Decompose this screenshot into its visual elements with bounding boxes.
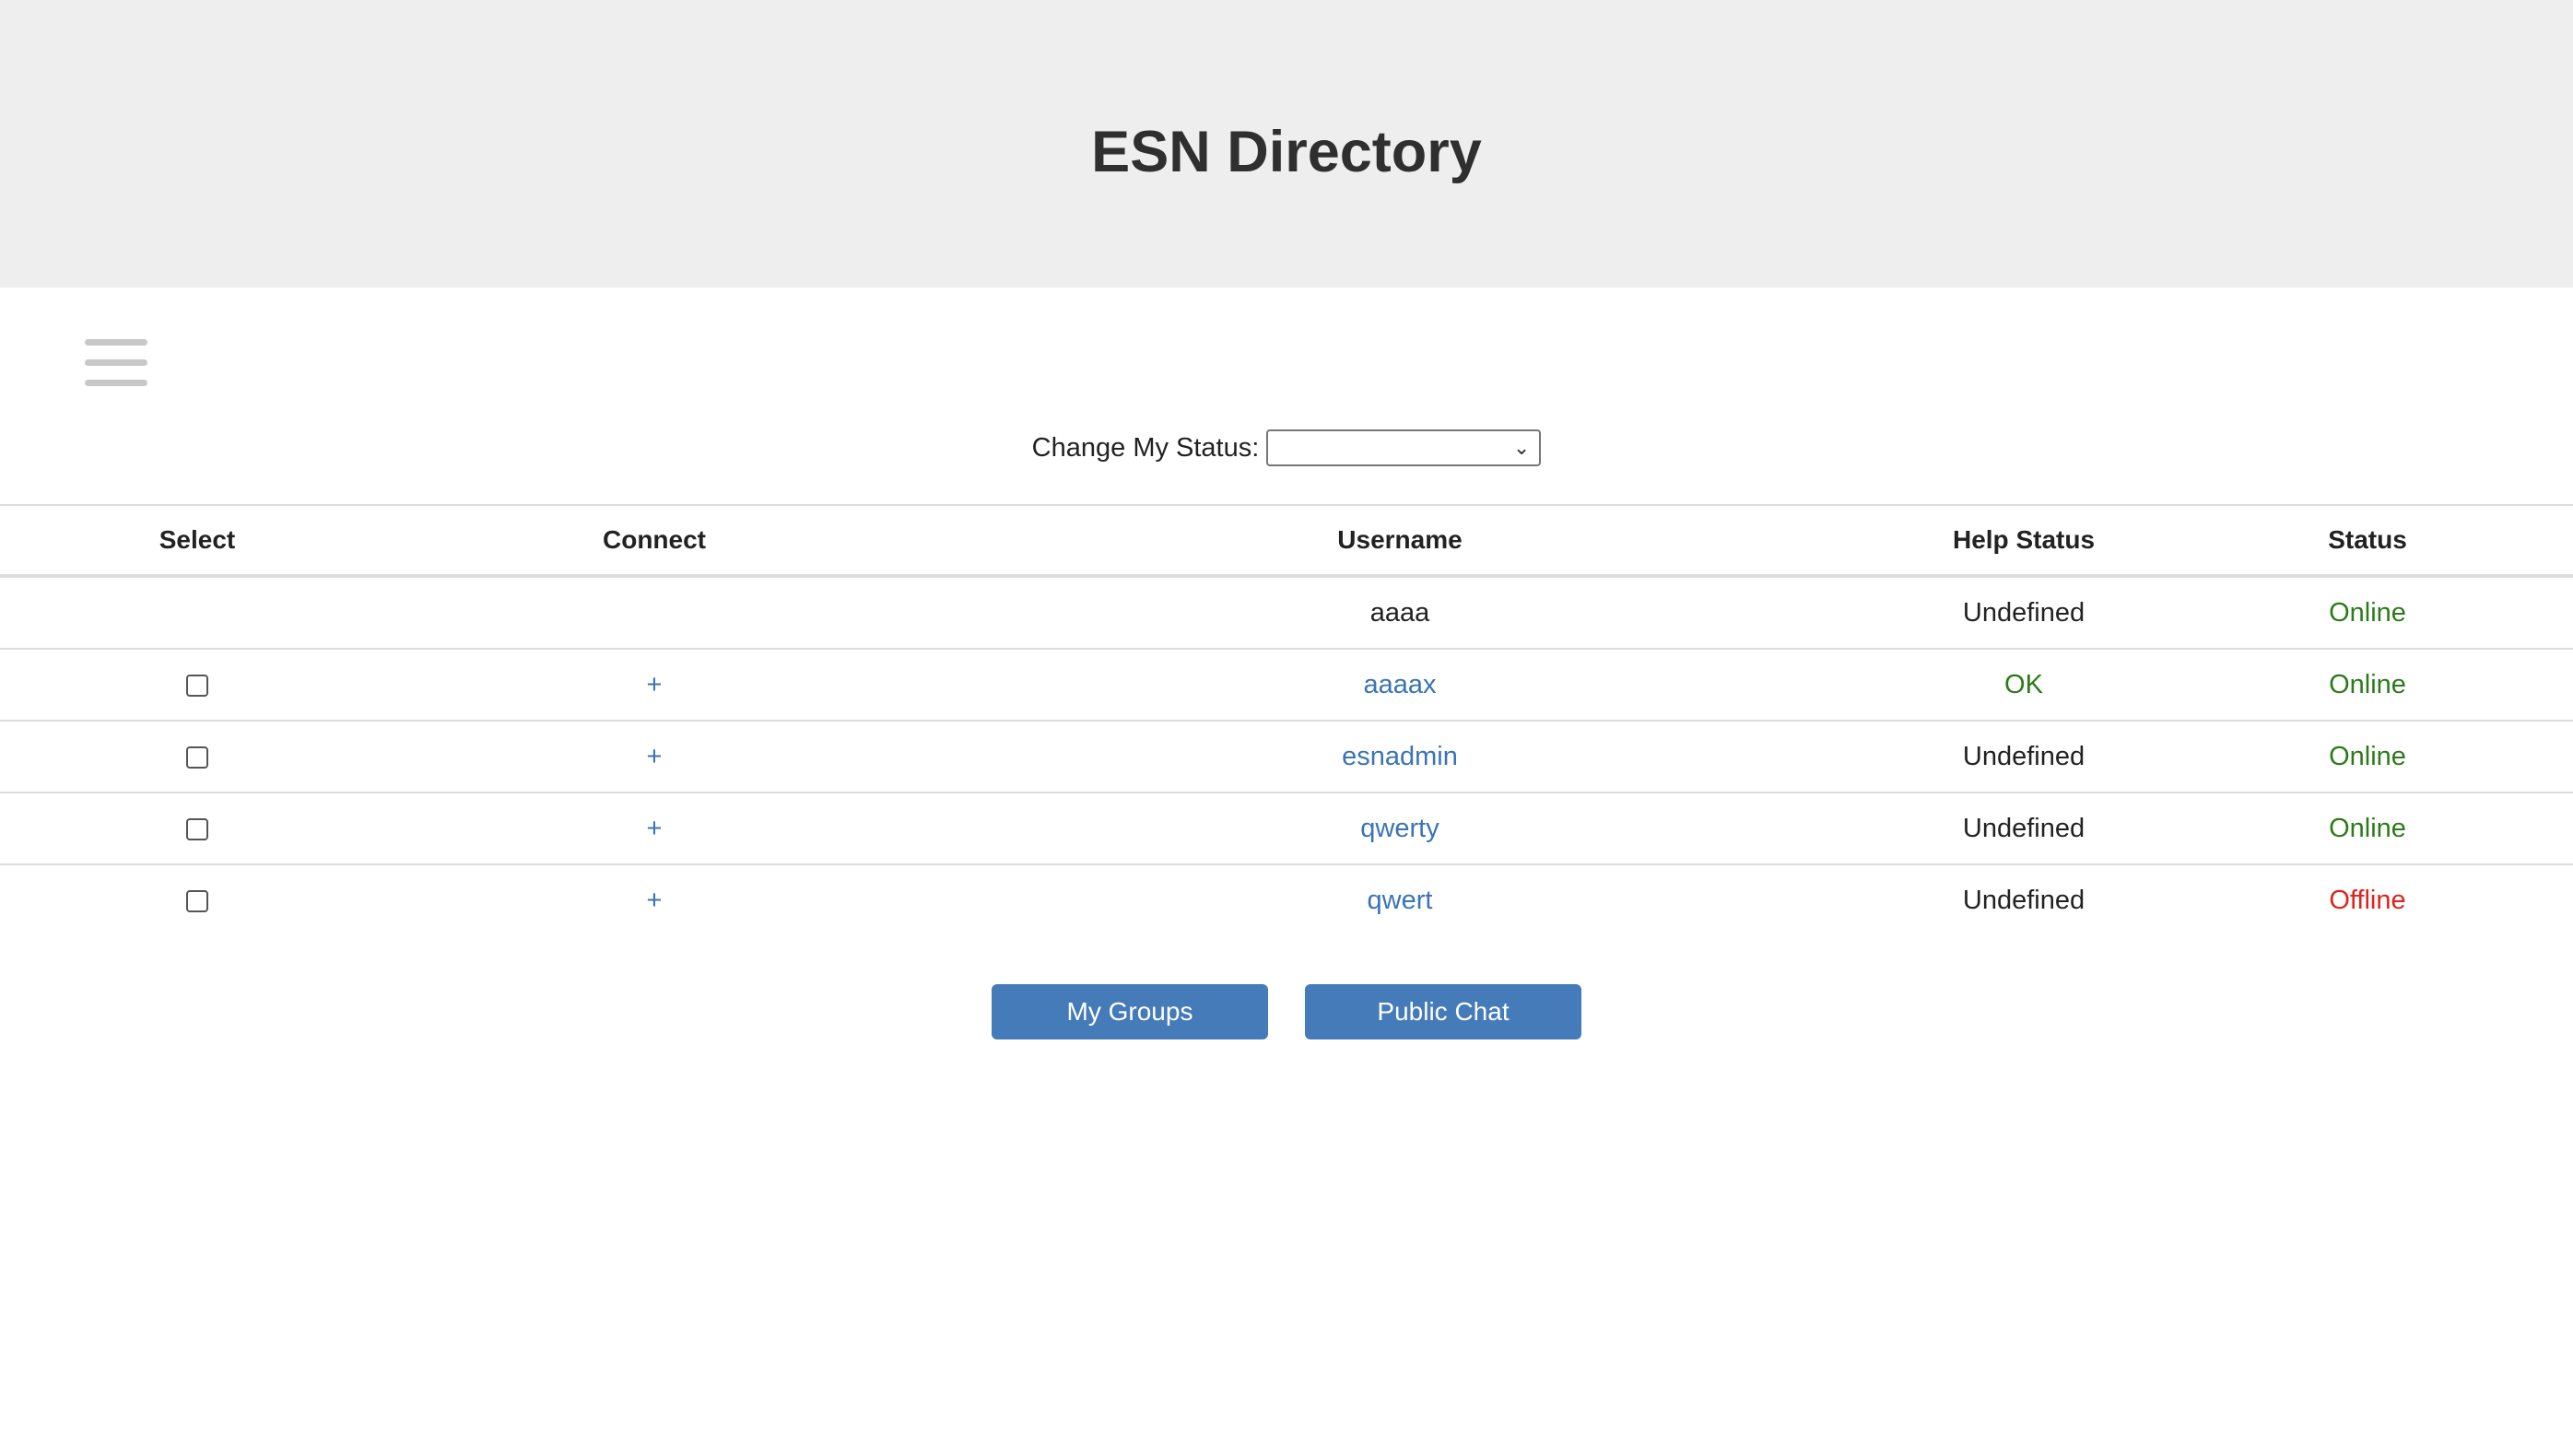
select-cell	[0, 721, 394, 793]
username-link[interactable]: aaaax	[914, 649, 1886, 722]
column-header-select: Select	[0, 504, 394, 578]
help-status-text: OK	[1886, 649, 2162, 722]
connect-cell	[394, 576, 914, 650]
help-status-text: Undefined	[1886, 576, 2162, 650]
status-text: Online	[2162, 721, 2573, 793]
column-header-connect: Connect	[394, 504, 914, 578]
chevron-down-icon: ⌄	[1512, 436, 1531, 459]
my-groups-button[interactable]: My Groups	[992, 984, 1268, 1039]
menu-bar-top	[85, 339, 147, 346]
status-text: Online	[2162, 576, 2573, 650]
select-checkbox[interactable]	[186, 889, 208, 912]
status-text: Offline	[2329, 885, 2406, 915]
select-cell	[0, 793, 394, 865]
status-text: Online	[2162, 649, 2573, 722]
help-status-text: Undefined	[1886, 721, 2162, 793]
page-title: ESN Directory	[1091, 120, 1482, 184]
menu-bar-middle	[85, 359, 147, 366]
username-text: aaaa	[914, 576, 1886, 650]
table-header-row: Select Connect Username Help Status Stat…	[0, 504, 2573, 578]
select-checkbox[interactable]	[186, 674, 208, 697]
username-link[interactable]: qwert	[914, 864, 1886, 935]
select-cell	[0, 864, 394, 935]
column-header-help-status: Help Status	[1886, 504, 2162, 578]
status-select[interactable]: ⌄	[1266, 429, 1542, 466]
table-row: + esnadmin Undefined Online	[0, 721, 2573, 793]
select-cell	[0, 649, 394, 722]
table-row: + qwerty Undefined Online	[0, 793, 2573, 865]
column-header-status: Status	[2162, 504, 2573, 578]
help-status-text: Undefined	[1886, 793, 2162, 865]
column-header-username: Username	[914, 504, 1886, 578]
user-directory-table: Select Connect Username Help Status Stat…	[0, 504, 2573, 935]
table-row: aaaa Undefined Online	[0, 576, 2573, 650]
table-row: + aaaax OK Online	[0, 649, 2573, 722]
menu-bar-bottom	[85, 380, 147, 386]
page-header: ESN Directory	[0, 0, 2573, 288]
change-status-label: Change My Status:	[1031, 432, 1260, 463]
connect-plus-icon[interactable]: +	[394, 864, 914, 935]
select-checkbox[interactable]	[186, 817, 208, 840]
public-chat-button[interactable]: Public Chat	[1305, 984, 1581, 1039]
table-row: + qwert Undefined Offline	[0, 864, 2573, 935]
connect-plus-icon[interactable]: +	[394, 721, 914, 793]
select-cell	[0, 576, 394, 650]
username-link[interactable]: qwerty	[914, 793, 1886, 865]
change-status-row: Change My Status: ⌄	[0, 428, 2573, 468]
username-link[interactable]: esnadmin	[914, 721, 1886, 793]
status-text: Online	[2162, 793, 2573, 865]
select-checkbox[interactable]	[186, 746, 208, 769]
hamburger-menu-icon[interactable]	[85, 339, 147, 387]
action-buttons: My Groups Public Chat	[0, 984, 2573, 1039]
help-status-text: Undefined	[1962, 885, 2085, 915]
connect-plus-icon[interactable]: +	[394, 793, 914, 865]
connect-plus-icon[interactable]: +	[394, 649, 914, 722]
